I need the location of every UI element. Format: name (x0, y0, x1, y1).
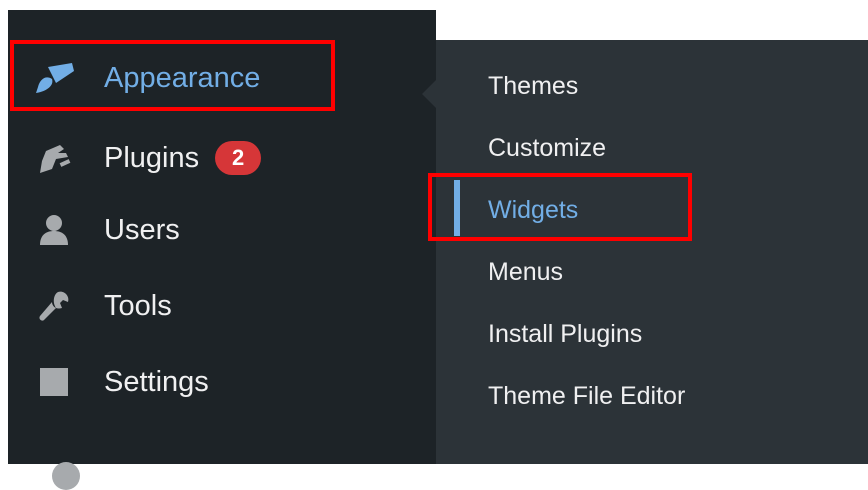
menu-item-appearance[interactable]: Appearance (8, 46, 436, 110)
current-item-indicator (454, 180, 460, 236)
submenu-item-menus[interactable]: Menus (488, 250, 563, 294)
menu-item-users[interactable]: Users (8, 198, 436, 262)
appearance-submenu: Themes Customize Widgets Menus Install P… (436, 40, 868, 464)
menu-item-tools[interactable]: Tools (8, 274, 436, 338)
admin-sidebar-menu: Appearance Plugins 2 Users Tools Setting… (8, 10, 436, 490)
menu-item-settings[interactable]: Settings (8, 350, 436, 414)
menu-item-label: Settings (104, 365, 209, 398)
menu-item-label: Users (104, 213, 180, 246)
submenu-item-customize[interactable]: Customize (488, 126, 606, 170)
users-icon (30, 210, 78, 250)
settings-sliders-icon (30, 362, 78, 402)
menu-item-label: Appearance (104, 61, 261, 94)
menu-item-plugins[interactable]: Plugins 2 (8, 126, 436, 190)
submenu-item-install-plugins[interactable]: Install Plugins (488, 312, 642, 356)
menu-item-label: Tools (104, 289, 172, 322)
wrench-icon (30, 286, 78, 326)
submenu-item-theme-file-editor[interactable]: Theme File Editor (488, 374, 685, 418)
cut-off-menu-icon (52, 462, 80, 490)
submenu-pointer (422, 80, 436, 108)
plugin-icon (30, 138, 78, 178)
update-count-badge: 2 (215, 141, 262, 175)
submenu-item-widgets[interactable]: Widgets (488, 188, 578, 232)
menu-item-label: Plugins (104, 141, 200, 174)
submenu-item-themes[interactable]: Themes (488, 64, 578, 108)
paintbrush-icon (30, 58, 78, 98)
